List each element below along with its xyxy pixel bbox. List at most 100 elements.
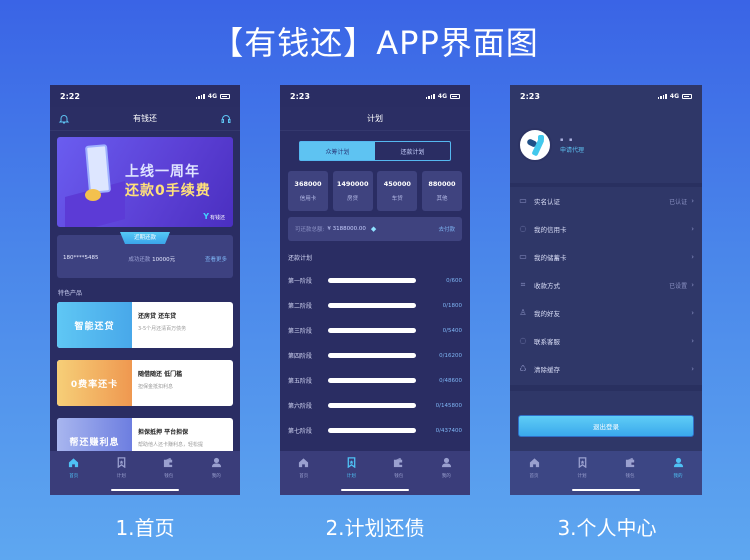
home-indicator bbox=[341, 488, 409, 491]
menu-item[interactable]: ▭ 实名认证 已认证 › bbox=[510, 187, 702, 215]
product-tag: 智能还贷 bbox=[57, 302, 132, 348]
stage-progress-value: 0/145800 bbox=[435, 402, 462, 409]
chevron-right-icon: › bbox=[691, 225, 694, 233]
scan-icon: ⌗ bbox=[520, 280, 526, 289]
divider bbox=[510, 385, 702, 391]
tab-home[interactable]: 首页 bbox=[289, 457, 319, 495]
tab-user[interactable]: 我的 bbox=[201, 457, 231, 495]
chevron-right-icon: › bbox=[691, 197, 694, 205]
stage-row: 第二阶段 0/1800 bbox=[280, 293, 470, 318]
chevron-right-icon: › bbox=[691, 253, 694, 261]
home-icon bbox=[68, 457, 79, 473]
stage-label: 第三阶段 bbox=[288, 328, 313, 335]
apply-agent-link[interactable]: 申请代理 bbox=[560, 145, 584, 154]
tab-label: 钱包 bbox=[394, 474, 404, 479]
tab-bar: 首页 计划 钱包 我的 bbox=[280, 451, 470, 495]
stat-card[interactable]: 1490000 房贷 bbox=[332, 171, 373, 211]
product-tag: 0费率还卡 bbox=[57, 360, 132, 406]
tab-home[interactable]: 首页 bbox=[519, 457, 549, 495]
stage-progress-value: 0/16200 bbox=[439, 352, 462, 359]
caption-profile: 3.个人中心 bbox=[557, 516, 657, 540]
debt-stats: 368000 信用卡 1490000 房贷 450000 车贷 880000 其他 bbox=[288, 171, 462, 211]
menu-item[interactable]: ♺ 清除缓存 › bbox=[510, 355, 702, 383]
menu-item[interactable]: ⌗ 收款方式 已设置 › bbox=[510, 271, 702, 299]
tab-label: 计划 bbox=[116, 474, 126, 479]
home-icon bbox=[529, 457, 540, 473]
product-subtitle: 3-5个月还清百万债务 bbox=[138, 326, 187, 332]
total-repayable: 可还款总额: ¥ 3188000.00 ◆ 去付款 bbox=[288, 217, 462, 241]
tab-user[interactable]: 我的 bbox=[431, 457, 461, 495]
card-icon: ▭ bbox=[519, 252, 527, 261]
stage-row: 第七阶段 0/437400 bbox=[280, 418, 470, 443]
bookmark-icon bbox=[577, 457, 588, 473]
stage-progress-bar bbox=[328, 353, 416, 358]
avatar[interactable] bbox=[518, 128, 552, 162]
tab-label: 计划 bbox=[346, 474, 356, 479]
battery-icon bbox=[220, 93, 230, 99]
product-title: 还房贷 还车贷 bbox=[138, 313, 177, 320]
stat-card[interactable]: 450000 车贷 bbox=[377, 171, 418, 211]
menu-item[interactable]: ▭ 我的储蓄卡 › bbox=[510, 243, 702, 271]
product-title: 担保抵押 平台担保 bbox=[138, 429, 189, 436]
signal-icon bbox=[195, 93, 205, 99]
service-icon: ◌ bbox=[519, 336, 527, 345]
product-card[interactable]: 智能还贷 还房贷 还车贷 3-5个月还清百万债务 bbox=[57, 302, 233, 348]
headset-icon[interactable] bbox=[220, 113, 232, 125]
piggy-bank-graphic bbox=[85, 189, 101, 201]
stage-label: 第四阶段 bbox=[288, 353, 313, 360]
banner-phone-graphic bbox=[84, 144, 112, 194]
stage-progress-bar bbox=[328, 328, 416, 333]
nav-bar: 计划 bbox=[280, 107, 470, 131]
promo-banner[interactable]: 上线一周年 还款0手续费 Y有钱还 bbox=[57, 137, 233, 227]
featured-products-label: 特色产品 bbox=[58, 290, 83, 297]
profile-header: ▪ ▪ 申请代理 bbox=[510, 107, 702, 187]
stage-row: 第一阶段 0/600 bbox=[280, 268, 470, 293]
status-time: 2:22 bbox=[60, 91, 80, 101]
user-name: ▪ ▪ bbox=[560, 136, 575, 143]
recent-phone: 180****5485 bbox=[63, 255, 99, 261]
menu-item[interactable]: ◌ 我的信用卡 › bbox=[510, 215, 702, 243]
banner-headline: 上线一周年 bbox=[125, 164, 200, 180]
nav-title: 有钱还 bbox=[133, 114, 157, 123]
menu-item[interactable]: ◌ 联系客服 › bbox=[510, 327, 702, 355]
stage-progress-bar bbox=[328, 378, 416, 383]
tab-label: 我的 bbox=[673, 474, 683, 479]
tab-repayment-plan[interactable]: 还款计划 bbox=[375, 142, 450, 160]
bell-icon[interactable] bbox=[58, 113, 70, 125]
tab-label: 计划 bbox=[577, 474, 587, 479]
stage-row: 第六阶段 0/145800 bbox=[280, 393, 470, 418]
wallet-icon bbox=[393, 457, 404, 473]
stat-card[interactable]: 368000 信用卡 bbox=[288, 171, 328, 211]
product-title: 随借随还 低门槛 bbox=[138, 371, 183, 378]
recent-repayment-card: 近期还款 180****5485 成功还款 10000元 查看更多 bbox=[57, 232, 233, 278]
stage-label: 第二阶段 bbox=[288, 303, 313, 310]
stage-progress-value: 0/48600 bbox=[439, 377, 462, 384]
stage-progress-value: 0/437400 bbox=[435, 427, 462, 434]
logout-button[interactable]: 退出登录 bbox=[518, 415, 694, 437]
tab-label: 钱包 bbox=[164, 474, 174, 479]
menu-item-label: 联系客服 bbox=[534, 338, 560, 346]
pay-button[interactable]: 去付款 bbox=[438, 225, 455, 233]
stage-label: 第一阶段 bbox=[288, 278, 313, 285]
signal-icon bbox=[425, 93, 435, 99]
stage-progress-bar bbox=[328, 303, 416, 308]
tab-home[interactable]: 首页 bbox=[59, 457, 89, 495]
product-card[interactable]: 0费率还卡 随借随还 低门槛 担保金抵扣利息 bbox=[57, 360, 233, 406]
plan-screen: 2:23 4G 计划 众筹计划 还款计划 368000 信用卡 1490000 房贷… bbox=[280, 85, 470, 495]
stat-label: 房贷 bbox=[347, 196, 359, 202]
stat-card[interactable]: 880000 其他 bbox=[421, 171, 462, 211]
menu-item-label: 清除缓存 bbox=[534, 366, 560, 374]
menu-item-label: 我的储蓄卡 bbox=[534, 254, 567, 262]
stage-label: 第五阶段 bbox=[288, 378, 313, 385]
total-label: 可还款总额: bbox=[295, 227, 325, 233]
home-icon bbox=[298, 457, 309, 473]
tab-user[interactable]: 我的 bbox=[663, 457, 693, 495]
banner-subheadline: 还款0手续费 bbox=[125, 183, 211, 199]
view-more-link[interactable]: 查看更多 bbox=[205, 255, 227, 263]
profile-menu: ▭ 实名认证 已认证 › ◌ 我的信用卡 › ▭ 我的储蓄卡 › ⌗ 收款方式 已设置 › ♙ 我的好友 › ◌ 联… bbox=[510, 187, 702, 383]
menu-item[interactable]: ♙ 我的好友 › bbox=[510, 299, 702, 327]
tab-label: 我的 bbox=[211, 474, 221, 479]
friend-icon: ♙ bbox=[519, 308, 527, 317]
product-subtitle: 帮助他人还卡赚利息，轻松提 bbox=[138, 442, 204, 448]
tab-crowdfunding-plan[interactable]: 众筹计划 bbox=[300, 142, 375, 160]
